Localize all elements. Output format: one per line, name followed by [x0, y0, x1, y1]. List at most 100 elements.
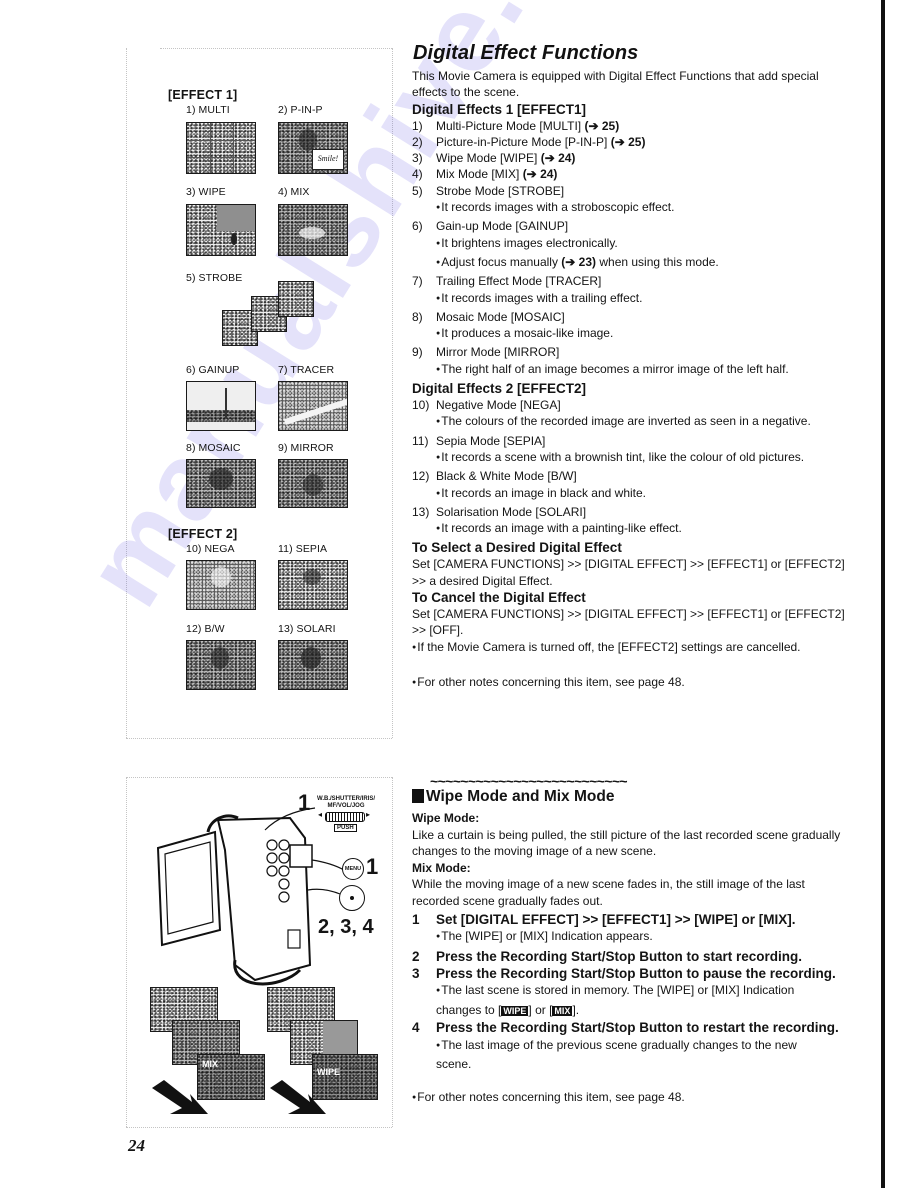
effect-note: The right half of an image becomes a mir…: [412, 361, 852, 380]
jog-dial-icon: [325, 812, 365, 822]
wipe-indicator-tag: WIPE: [501, 1005, 529, 1016]
wipe-mix-title: Wipe Mode and Mix Mode: [412, 788, 614, 806]
step-1-note: The [WIPE] or [MIX] Indication appears.: [412, 928, 852, 948]
thumb-label-mix: 4) MIX: [278, 186, 310, 198]
page-title: Digital Effect Functions: [413, 42, 639, 64]
effect-item: 7) Trailing Effect Mode [TRACER]: [412, 274, 602, 289]
panel-border-top: [160, 48, 392, 49]
effect-note: It brightens images electronically.: [412, 235, 852, 254]
thumb-label-solari: 13) SOLARI: [278, 623, 336, 635]
effect2-group-title: [EFFECT 2]: [168, 527, 238, 541]
mix-indicator-tag: MIX: [552, 1005, 573, 1016]
effect-note: It produces a mosaic-like image.: [412, 325, 852, 344]
push-label: PUSH: [334, 824, 357, 832]
dial-label: W.B./SHUTTER/IRIS/ MF/VOL/JOG: [316, 796, 375, 809]
step-1: 1 Set [DIGITAL EFFECT] >> [EFFECT1] >> [W…: [412, 912, 796, 927]
digital-effect-section: This Movie Camera is equipped with Digit…: [412, 68, 852, 693]
wipe-mix-other-notes: For other notes concerning this item, se…: [412, 1089, 852, 1109]
thumb-strobe-frame-3: [278, 281, 314, 317]
step-4: 4 Press the Recording Start/Stop Button t…: [412, 1020, 839, 1036]
callout-step-1-dial: 1: [298, 790, 311, 815]
effect-item: 9) Mirror Mode [MIRROR]: [412, 345, 560, 360]
thumb-gainup-image: [186, 381, 256, 431]
menu-button-icon: MENU: [342, 858, 364, 880]
thumb-label-sepia: 11) SEPIA: [278, 543, 328, 555]
wipe-arrow-icon: [270, 1080, 326, 1114]
diagram-border-left: [126, 777, 127, 1127]
effect-note: It records images with a stroboscopic ef…: [412, 199, 852, 218]
pinp-inset-text: Smile!: [312, 149, 344, 170]
panel-border-bottom: [126, 738, 392, 739]
thumb-mirror-image: [278, 459, 348, 508]
thumb-label-nega: 10) NEGA: [186, 543, 235, 555]
select-effect-text: Set [CAMERA FUNCTIONS] >> [DIGITAL EFFEC…: [412, 557, 845, 588]
effects2-heading: Digital Effects 2 [EFFECT2]: [412, 381, 587, 397]
page-ref-link[interactable]: (➔ 25): [611, 135, 646, 149]
wipe-mix-section: Wipe Mode: Like a curtain is being pulle…: [412, 810, 852, 1108]
effect-item: 2) Picture-in-Picture Mode [P-IN-P] (➔ 25…: [412, 134, 646, 149]
cancel-effect-text: Set [CAMERA FUNCTIONS] >> [DIGITAL EFFEC…: [412, 607, 845, 638]
page-ref-link[interactable]: (➔ 24): [541, 151, 576, 165]
effect-note: The colours of the recorded image are in…: [412, 413, 852, 432]
effect-item: 10) Negative Mode [NEGA]: [412, 398, 561, 413]
effect-item: 13) Solarisation Mode [SOLARI]: [412, 504, 587, 519]
step-3-note: The last scene is stored in memory. The …: [412, 982, 852, 1019]
thumb-label-wipe: 3) WIPE: [186, 186, 226, 198]
mix-arrow-icon: [152, 1080, 208, 1114]
thumb-mix-image: [278, 204, 348, 256]
other-notes: For other notes concerning this item, se…: [412, 674, 852, 693]
mix-mode-heading: Mix Mode:: [412, 860, 471, 875]
effect-item: 6) Gain-up Mode [GAINUP]: [412, 219, 569, 234]
thumb-label-pinp: 2) P-IN-P: [278, 104, 323, 116]
page-ref-link[interactable]: (➔ 23): [561, 255, 596, 269]
callout-step-1-menu: 1: [366, 854, 379, 879]
dial-right-arrow-icon: ▸: [366, 810, 371, 819]
page-ref-link[interactable]: (➔ 24): [523, 167, 558, 181]
effect-note: It records images with a trailing effect…: [412, 290, 852, 309]
panel-border-left: [126, 48, 127, 738]
record-button-icon: [339, 885, 365, 911]
page-edge-rule: [881, 0, 885, 1188]
diagram-border-bottom: [126, 1127, 392, 1128]
effect-note: It records an image in black and white.: [412, 485, 852, 504]
thumb-multi-image: [186, 122, 256, 174]
section-marker-icon: [412, 789, 424, 803]
page-ref-link[interactable]: (➔ 25): [584, 119, 619, 133]
diagram-border-top: [126, 777, 392, 778]
panel-border-right: [392, 48, 393, 738]
intro-paragraph: This Movie Camera is equipped with Digit…: [412, 69, 819, 100]
wipe-overlay-text: WIPE: [317, 1067, 341, 1077]
effect-note: It records an image with a painting-like…: [412, 520, 852, 539]
thumb-sepia-image: [278, 560, 348, 610]
thumb-label-multi: 1) MULTI: [186, 104, 230, 116]
cancel-effect-heading: To Cancel the Digital Effect: [412, 590, 586, 606]
wipe-mode-text: Like a curtain is being pulled, the stil…: [412, 827, 841, 859]
effect-item: 11) Sepia Mode [SEPIA]: [412, 433, 546, 448]
thumb-pinp-image: Smile!: [278, 122, 348, 174]
effect-item: 1) Multi-Picture Mode [MULTI] (➔ 25): [412, 118, 620, 133]
thumb-label-mosaic: 8) MOSAIC: [186, 442, 241, 454]
mix-overlay-text: MIX: [202, 1059, 219, 1069]
effect-item: 4) Mix Mode [MIX] (➔ 24): [412, 167, 558, 182]
step-3: 3 Press the Recording Start/Stop Button t…: [412, 966, 836, 982]
thumb-wipe-image: [186, 204, 256, 256]
effect-note-focus: Adjust focus manually (➔ 23) when using …: [412, 254, 852, 273]
step-4-note: The last image of the previous scene gra…: [412, 1037, 852, 1073]
dial-left-arrow-icon: ◂: [318, 810, 323, 819]
callout-steps-2-3-4: 2, 3, 4: [318, 916, 374, 938]
thumb-label-tracer: 7) TRACER: [278, 364, 335, 376]
effect-item: 8) Mosaic Mode [MOSAIC]: [412, 309, 565, 324]
thumb-label-strobe: 5) STROBE: [186, 272, 243, 284]
effect1-group-title: [EFFECT 1]: [168, 88, 238, 102]
thumb-solari-image: [278, 640, 348, 690]
thumb-label-bw: 12) B/W: [186, 623, 225, 635]
effects1-heading: Digital Effects 1 [EFFECT1]: [412, 101, 587, 117]
thumb-nega-image: [186, 560, 256, 610]
diagram-border-right: [392, 777, 393, 1127]
effect-item: 3) Wipe Mode [WIPE] (➔ 24): [412, 151, 576, 166]
wipe-mode-heading: Wipe Mode:: [412, 811, 480, 825]
page-number: 24: [128, 1136, 145, 1155]
effect-item: 12) Black & White Mode [B/W]: [412, 469, 577, 484]
cancel-effect-note: If the Movie Camera is turned off, the […: [412, 639, 852, 658]
effect-note: It records a scene with a brownish tint,…: [412, 449, 852, 468]
